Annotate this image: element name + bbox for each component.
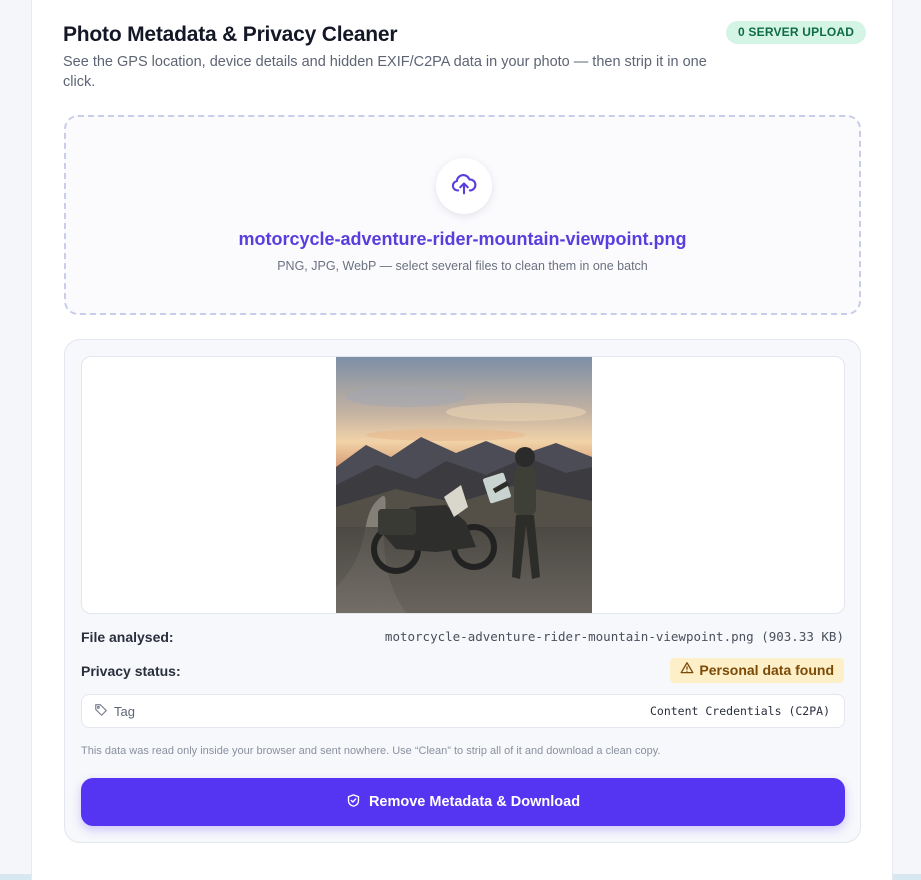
- photo-thumbnail: [336, 357, 592, 613]
- page-title: Photo Metadata & Privacy Cleaner: [63, 23, 398, 46]
- file-analysed-value: motorcycle-adventure-rider-mountain-view…: [384, 629, 844, 644]
- privacy-status-value: Personal data found: [699, 662, 834, 678]
- privacy-status-label: Privacy status:: [81, 663, 181, 679]
- shield-check-icon: [346, 793, 361, 812]
- tool-card: Photo Metadata & Privacy Cleaner See the…: [31, 0, 893, 880]
- metadata-tag-row: Tag Content Credentials (C2PA): [81, 694, 845, 728]
- dropzone-hint: PNG, JPG, WebP — select several files to…: [277, 259, 648, 273]
- warning-icon: [680, 658, 694, 683]
- file-analysed-label: File analysed:: [81, 629, 174, 645]
- privacy-status-badge: Personal data found: [670, 658, 844, 683]
- privacy-note: This data was read only inside your brow…: [81, 745, 661, 757]
- cloud-upload-icon: [450, 170, 478, 203]
- server-upload-badge: 0 SERVER UPLOAD: [726, 21, 867, 44]
- remove-metadata-download-label: Remove Metadata & Download: [368, 794, 581, 810]
- image-preview: [81, 356, 845, 614]
- selected-filename: motorcycle-adventure-rider-mountain-view…: [238, 229, 687, 249]
- page-subtitle: See the GPS location, device details and…: [63, 54, 707, 90]
- remove-metadata-download-button[interactable]: Remove Metadata & Download: [81, 778, 845, 826]
- upload-button[interactable]: [436, 158, 492, 214]
- tag-label: Tag: [114, 703, 135, 719]
- analysis-panel: File analysed: motorcycle-adventure-ride…: [64, 339, 861, 843]
- tag-value: Content Credentials (C2PA): [649, 704, 830, 718]
- file-dropzone[interactable]: motorcycle-adventure-rider-mountain-view…: [64, 115, 861, 315]
- tag-icon: [94, 703, 108, 720]
